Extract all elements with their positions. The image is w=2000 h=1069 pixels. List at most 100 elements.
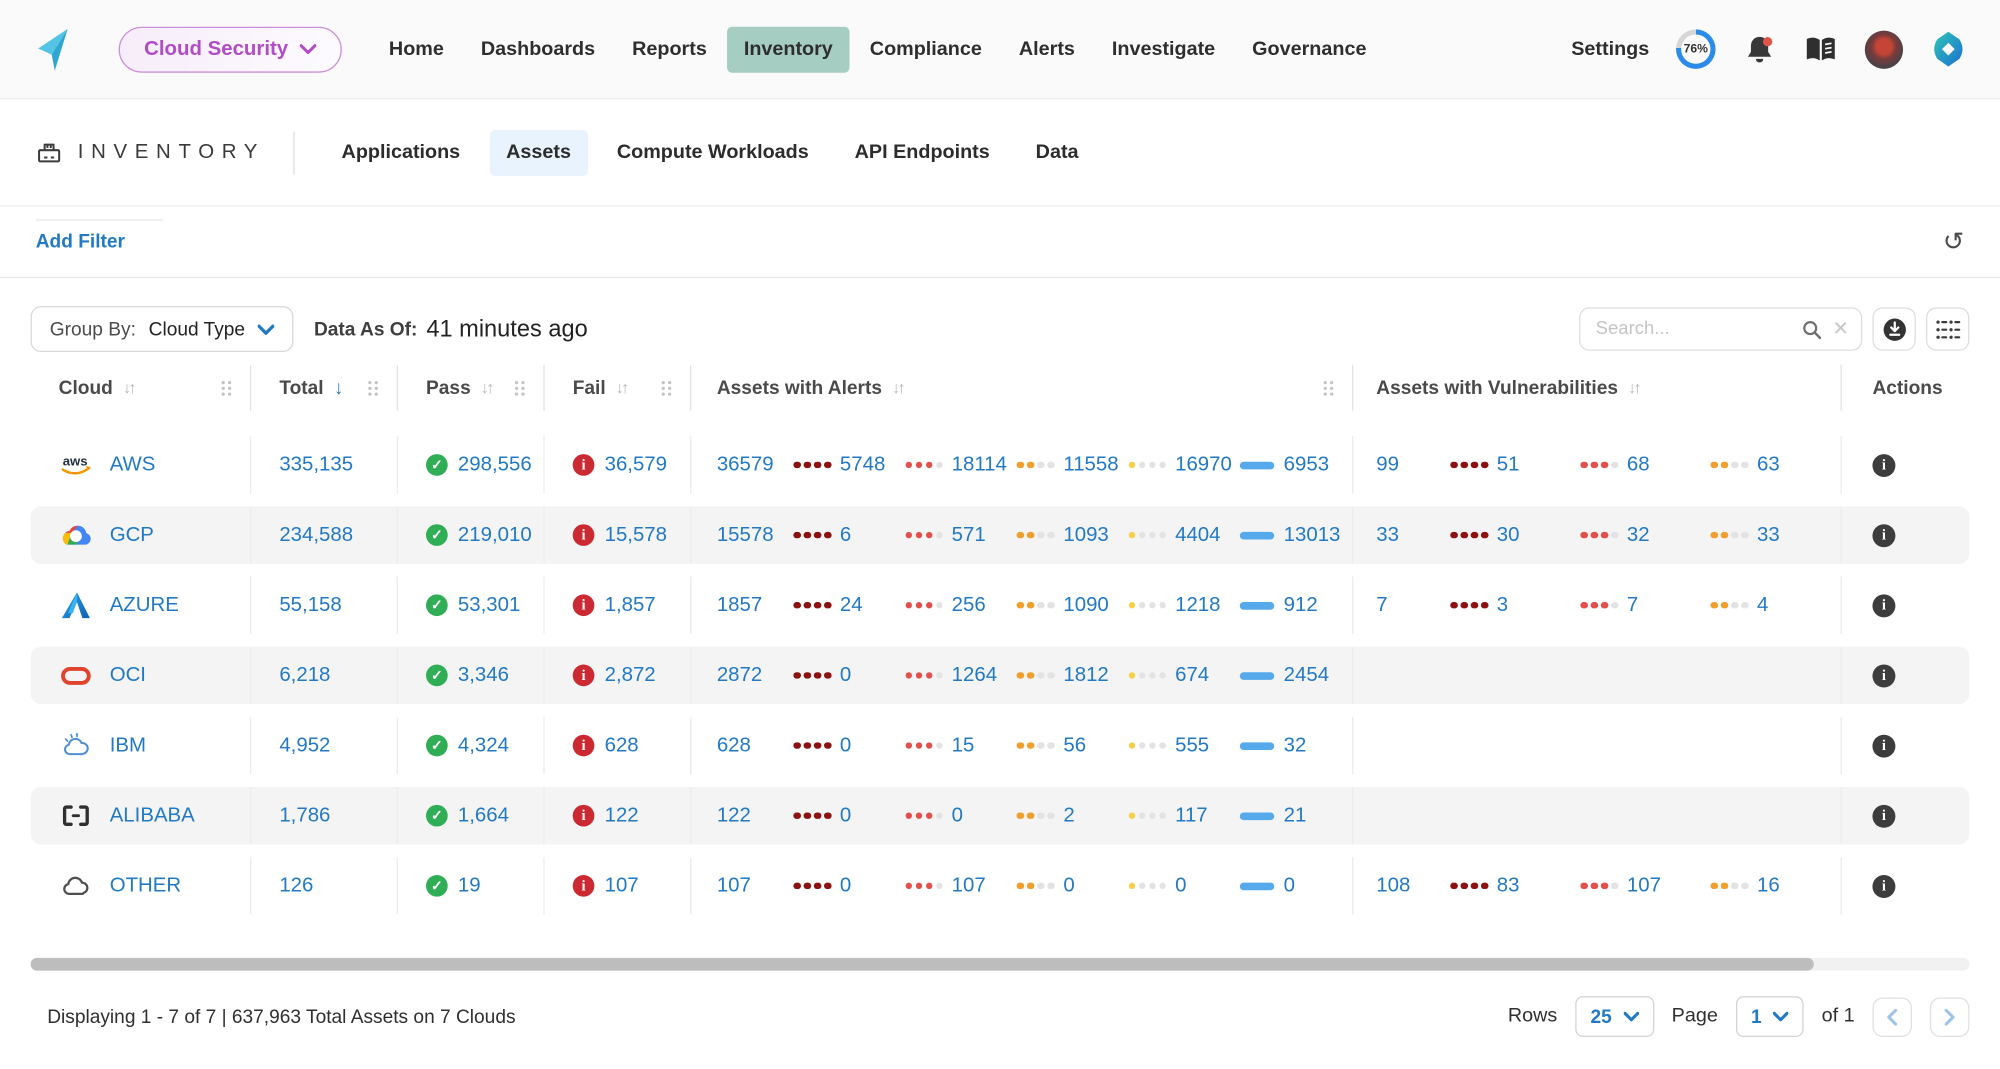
cloud-link[interactable]: OCI [110,664,146,687]
nav-item-home[interactable]: Home [372,26,460,72]
alerts-total-link[interactable]: 107 [717,874,794,897]
vulns-critical-link[interactable]: 3 [1497,594,1508,617]
alerts-high-link[interactable]: 1264 [952,664,997,687]
settings-link[interactable]: Settings [1571,38,1649,61]
total-link[interactable]: 4,952 [279,734,330,757]
search-icon[interactable] [1801,318,1823,340]
tab-compute-workloads[interactable]: Compute Workloads [600,129,825,175]
cloud-link[interactable]: ALIBABA [110,804,195,827]
alerts-high-link[interactable]: 18114 [952,453,1007,476]
vulns-medium-link[interactable]: 16 [1757,874,1780,897]
next-page-button[interactable] [1930,997,1970,1037]
alerts-high-link[interactable]: 15 [952,734,975,757]
total-link[interactable]: 234,588 [279,524,353,547]
alerts-medium-link[interactable]: 11558 [1063,453,1118,476]
vulns-high-link[interactable]: 107 [1627,874,1661,897]
column-header-assets-with-alerts[interactable]: Assets with Alerts↓↑ [691,365,1353,411]
total-link[interactable]: 126 [279,874,313,897]
alerts-low-link[interactable]: 0 [1175,874,1186,897]
alerts-critical-link[interactable]: 24 [840,594,863,617]
pass-link[interactable]: 1,664 [458,804,509,827]
column-header-fail[interactable]: Fail↓↑ [545,365,692,411]
user-avatar[interactable] [1865,30,1903,68]
alerts-low-link[interactable]: 16970 [1175,453,1232,476]
alerts-info-link[interactable]: 2454 [1284,664,1329,687]
cloud-link[interactable]: OTHER [110,874,181,897]
alerts-critical-link[interactable]: 0 [840,804,851,827]
sort-icon[interactable]: ↓↑ [892,379,903,397]
alerts-medium-link[interactable]: 2 [1063,804,1074,827]
brand-logo-icon[interactable] [36,26,70,72]
nav-item-investigate[interactable]: Investigate [1095,26,1231,72]
column-header-assets-with-vulnerabilities[interactable]: Assets with Vulnerabilities↓↑ [1353,365,1842,411]
row-info-button[interactable]: i [1872,453,1895,476]
drag-handle-icon[interactable] [367,379,378,396]
pass-link[interactable]: 3,346 [458,664,509,687]
fail-link[interactable]: 628 [605,734,639,757]
row-info-button[interactable]: i [1872,664,1895,687]
tab-api-endpoints[interactable]: API Endpoints [838,129,1006,175]
rows-per-page-select[interactable]: 25 [1575,996,1654,1037]
docs-book-icon[interactable] [1804,34,1838,65]
column-header-cloud[interactable]: Cloud↓↑ [31,365,252,411]
usage-progress-ring[interactable]: 76% [1676,29,1716,69]
sort-icon[interactable]: ↓↑ [123,379,134,397]
nav-item-alerts[interactable]: Alerts [1002,26,1091,72]
total-link[interactable]: 55,158 [279,594,341,617]
drag-handle-icon[interactable] [514,379,525,396]
alerts-total-link[interactable]: 1857 [717,594,794,617]
pass-link[interactable]: 53,301 [458,594,520,617]
pass-link[interactable]: 219,010 [458,524,532,547]
fail-link[interactable]: 107 [605,874,639,897]
nav-item-compliance[interactable]: Compliance [853,26,998,72]
column-settings-button[interactable] [1926,307,1969,350]
fail-link[interactable]: 15,578 [605,524,667,547]
column-header-total[interactable]: Total↓ [251,365,398,411]
alerts-total-link[interactable]: 36579 [717,453,794,476]
alerts-critical-link[interactable]: 0 [840,734,851,757]
alerts-low-link[interactable]: 555 [1175,734,1209,757]
sort-icon[interactable]: ↓↑ [1628,379,1639,397]
alerts-high-link[interactable]: 571 [952,524,986,547]
alerts-total-link[interactable]: 15578 [717,524,794,547]
sort-icon[interactable]: ↓↑ [616,379,627,397]
alerts-info-link[interactable]: 6953 [1284,453,1329,476]
pass-link[interactable]: 19 [458,874,481,897]
vulns-high-link[interactable]: 32 [1627,524,1650,547]
tab-applications[interactable]: Applications [325,129,477,175]
alerts-low-link[interactable]: 117 [1175,804,1208,827]
reset-filters-icon[interactable]: ↺ [1943,229,1964,255]
vulns-medium-link[interactable]: 63 [1757,453,1780,476]
alerts-total-link[interactable]: 122 [717,804,794,827]
alerts-info-link[interactable]: 0 [1284,874,1295,897]
vulns-high-link[interactable]: 68 [1627,453,1650,476]
total-link[interactable]: 1,786 [279,804,330,827]
alerts-total-link[interactable]: 628 [717,734,794,757]
column-header-pass[interactable]: Pass↓↑ [398,365,545,411]
alerts-info-link[interactable]: 912 [1284,594,1318,617]
tab-data[interactable]: Data [1019,129,1095,175]
alerts-low-link[interactable]: 4404 [1175,524,1220,547]
add-filter-button[interactable]: Add Filter [36,231,125,253]
alerts-critical-link[interactable]: 5748 [840,453,885,476]
notifications-bell-icon[interactable] [1742,31,1776,67]
row-info-button[interactable]: i [1872,734,1895,757]
vulns-medium-link[interactable]: 33 [1757,524,1780,547]
alerts-info-link[interactable]: 13013 [1284,524,1341,547]
alerts-medium-link[interactable]: 56 [1063,734,1086,757]
alerts-low-link[interactable]: 674 [1175,664,1209,687]
row-info-button[interactable]: i [1872,594,1895,617]
row-info-button[interactable]: i [1872,804,1895,827]
download-button[interactable] [1872,307,1915,350]
pass-link[interactable]: 4,324 [458,734,509,757]
total-link[interactable]: 335,135 [279,453,353,476]
cloud-link[interactable]: IBM [110,734,146,757]
alerts-high-link[interactable]: 0 [952,804,963,827]
fail-link[interactable]: 36,579 [605,453,667,476]
tab-assets[interactable]: Assets [490,129,588,175]
sort-icon[interactable]: ↓↑ [481,379,492,397]
row-info-button[interactable]: i [1872,874,1895,897]
fail-link[interactable]: 122 [605,804,639,827]
vulns-critical-link[interactable]: 83 [1497,874,1520,897]
alerts-medium-link[interactable]: 0 [1063,874,1074,897]
